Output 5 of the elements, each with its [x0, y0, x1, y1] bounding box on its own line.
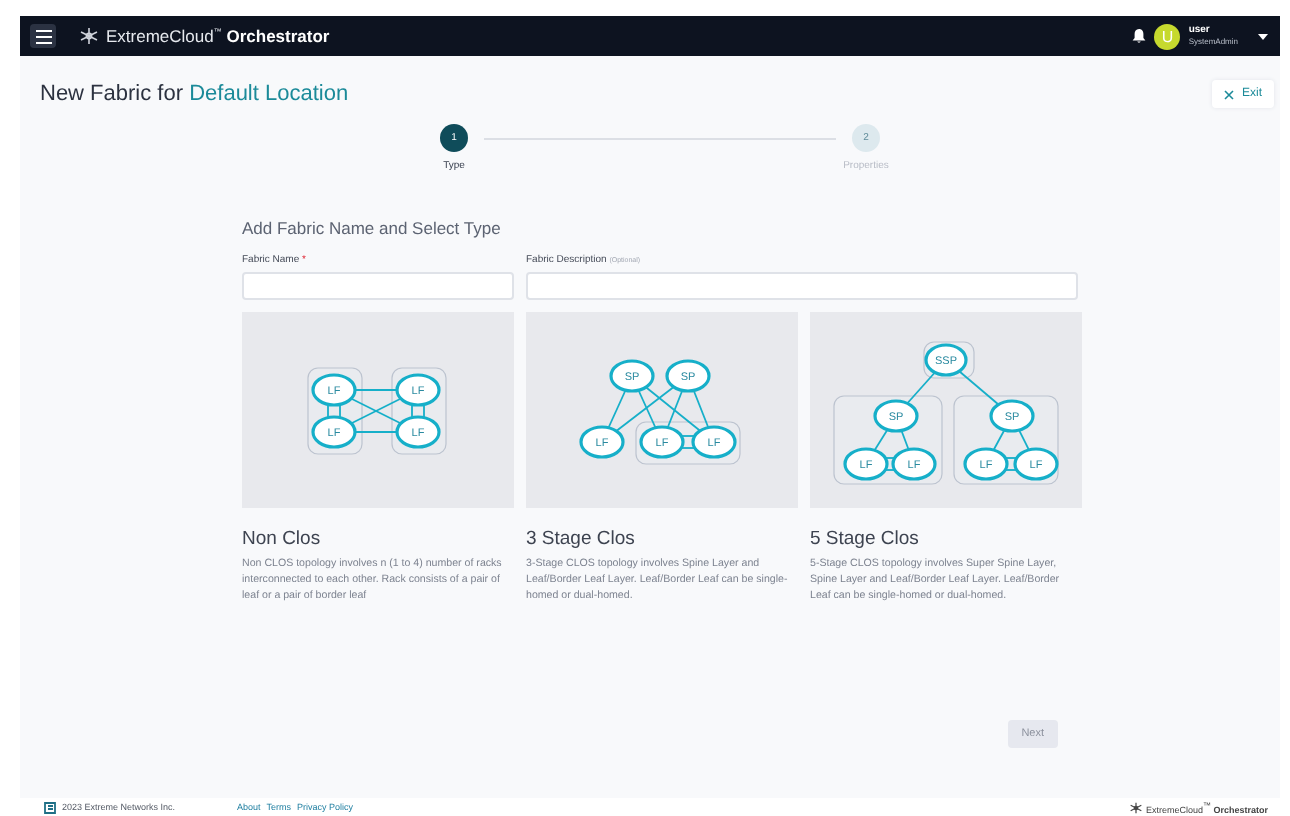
page-title: New Fabric for Default Location [40, 82, 349, 106]
topology-title: 3 Stage Clos [526, 528, 637, 550]
topology-title: 5 Stage Clos [810, 528, 921, 550]
topology-title: Non Clos [242, 528, 323, 550]
section-title: Add Fabric Name and Select Type [242, 218, 503, 238]
